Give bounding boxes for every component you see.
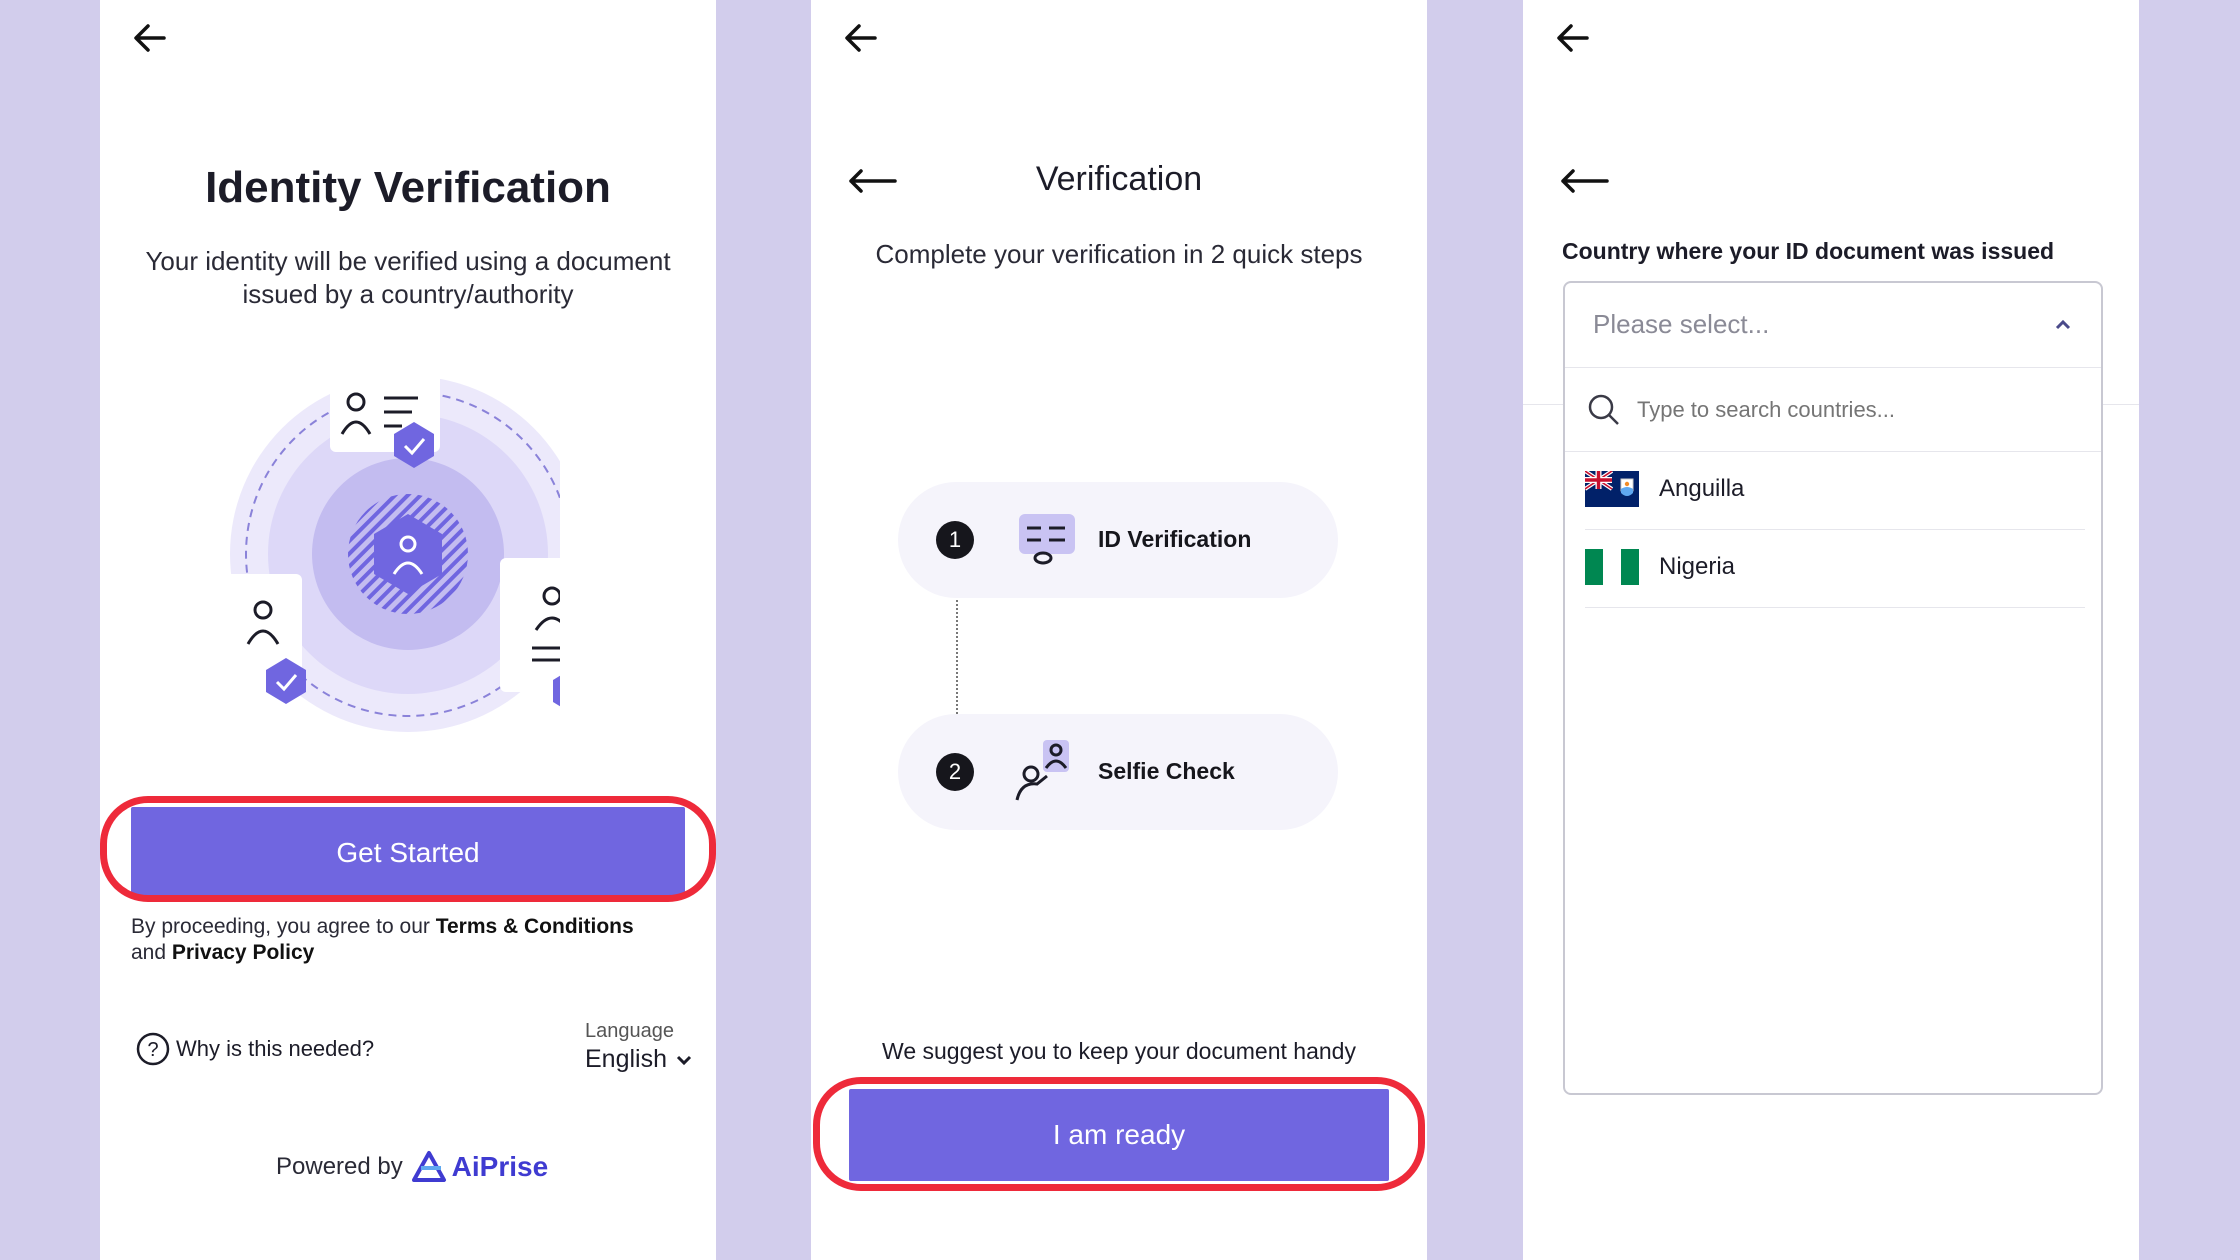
step-selfie-check: 2 Selfie Check bbox=[898, 714, 1338, 830]
country-select-trigger[interactable]: Please select... bbox=[1565, 283, 2101, 368]
chevron-down-icon bbox=[677, 1055, 692, 1066]
back-arrow-icon[interactable] bbox=[841, 18, 881, 58]
help-icon: ? bbox=[136, 1032, 170, 1066]
language-select[interactable]: English bbox=[585, 1045, 693, 1077]
highlight-ring bbox=[813, 1077, 1425, 1191]
back-arrow-icon[interactable] bbox=[1553, 18, 1593, 58]
step-label: Selfie Check bbox=[1098, 758, 1235, 784]
country-search-input[interactable] bbox=[1635, 389, 2059, 431]
anguilla-flag-icon bbox=[1585, 471, 1639, 507]
powered-by: Powered by AiPrise bbox=[276, 1151, 549, 1182]
verification-steps-screen: Verification Complete your verification … bbox=[811, 0, 1427, 1260]
country-option-anguilla[interactable]: Anguilla bbox=[1585, 451, 2085, 530]
country-option-nigeria[interactable]: Nigeria bbox=[1585, 529, 2085, 608]
aiprise-logo-icon bbox=[412, 1151, 447, 1182]
step-number: 1 bbox=[936, 521, 974, 559]
search-icon bbox=[1588, 394, 1619, 425]
terms-link[interactable]: Terms & Conditions bbox=[436, 915, 634, 938]
back-arrow-icon[interactable] bbox=[130, 18, 170, 58]
header-back-arrow-icon[interactable] bbox=[1559, 166, 1609, 196]
privacy-link[interactable]: Privacy Policy bbox=[172, 941, 314, 964]
id-card-icon bbox=[1019, 514, 1075, 565]
step-id-verification: 1 ID Verification bbox=[898, 482, 1338, 598]
brand-name: AiPrise bbox=[451, 1151, 549, 1182]
country-dropdown: Please select... Anguilla bbox=[1563, 281, 2103, 1095]
step-label: ID Verification bbox=[1098, 526, 1252, 552]
language-label: Language bbox=[585, 1020, 674, 1042]
page-subtitle: Complete your verification in 2 quick st… bbox=[875, 239, 1363, 269]
page-title: Identity Verification bbox=[205, 163, 611, 212]
identity-illustration bbox=[224, 374, 560, 732]
identity-verification-screen: Identity Verification Your identity will… bbox=[100, 0, 716, 1260]
country-field-label: Country where your ID document was issue… bbox=[1562, 238, 2055, 264]
step-number: 2 bbox=[936, 753, 974, 791]
country-search[interactable] bbox=[1565, 367, 2101, 452]
page-title: Verification bbox=[1035, 160, 1203, 198]
nigeria-flag-icon bbox=[1585, 549, 1639, 585]
country-select-screen: Country where your ID document was issue… bbox=[1523, 0, 2139, 1260]
svg-text:?: ? bbox=[147, 1039, 158, 1061]
document-hint: We suggest you to keep your document han… bbox=[882, 1038, 1356, 1064]
chevron-up-icon bbox=[2055, 319, 2071, 330]
selfie-icon bbox=[1015, 740, 1069, 801]
terms-text: By proceeding, you agree to our Terms & … bbox=[131, 915, 634, 964]
subtitle-line-1: Your identity will be verified using a d… bbox=[145, 246, 671, 276]
highlight-ring bbox=[100, 796, 716, 902]
subtitle-line-2: issued by a country/authority bbox=[242, 279, 574, 309]
